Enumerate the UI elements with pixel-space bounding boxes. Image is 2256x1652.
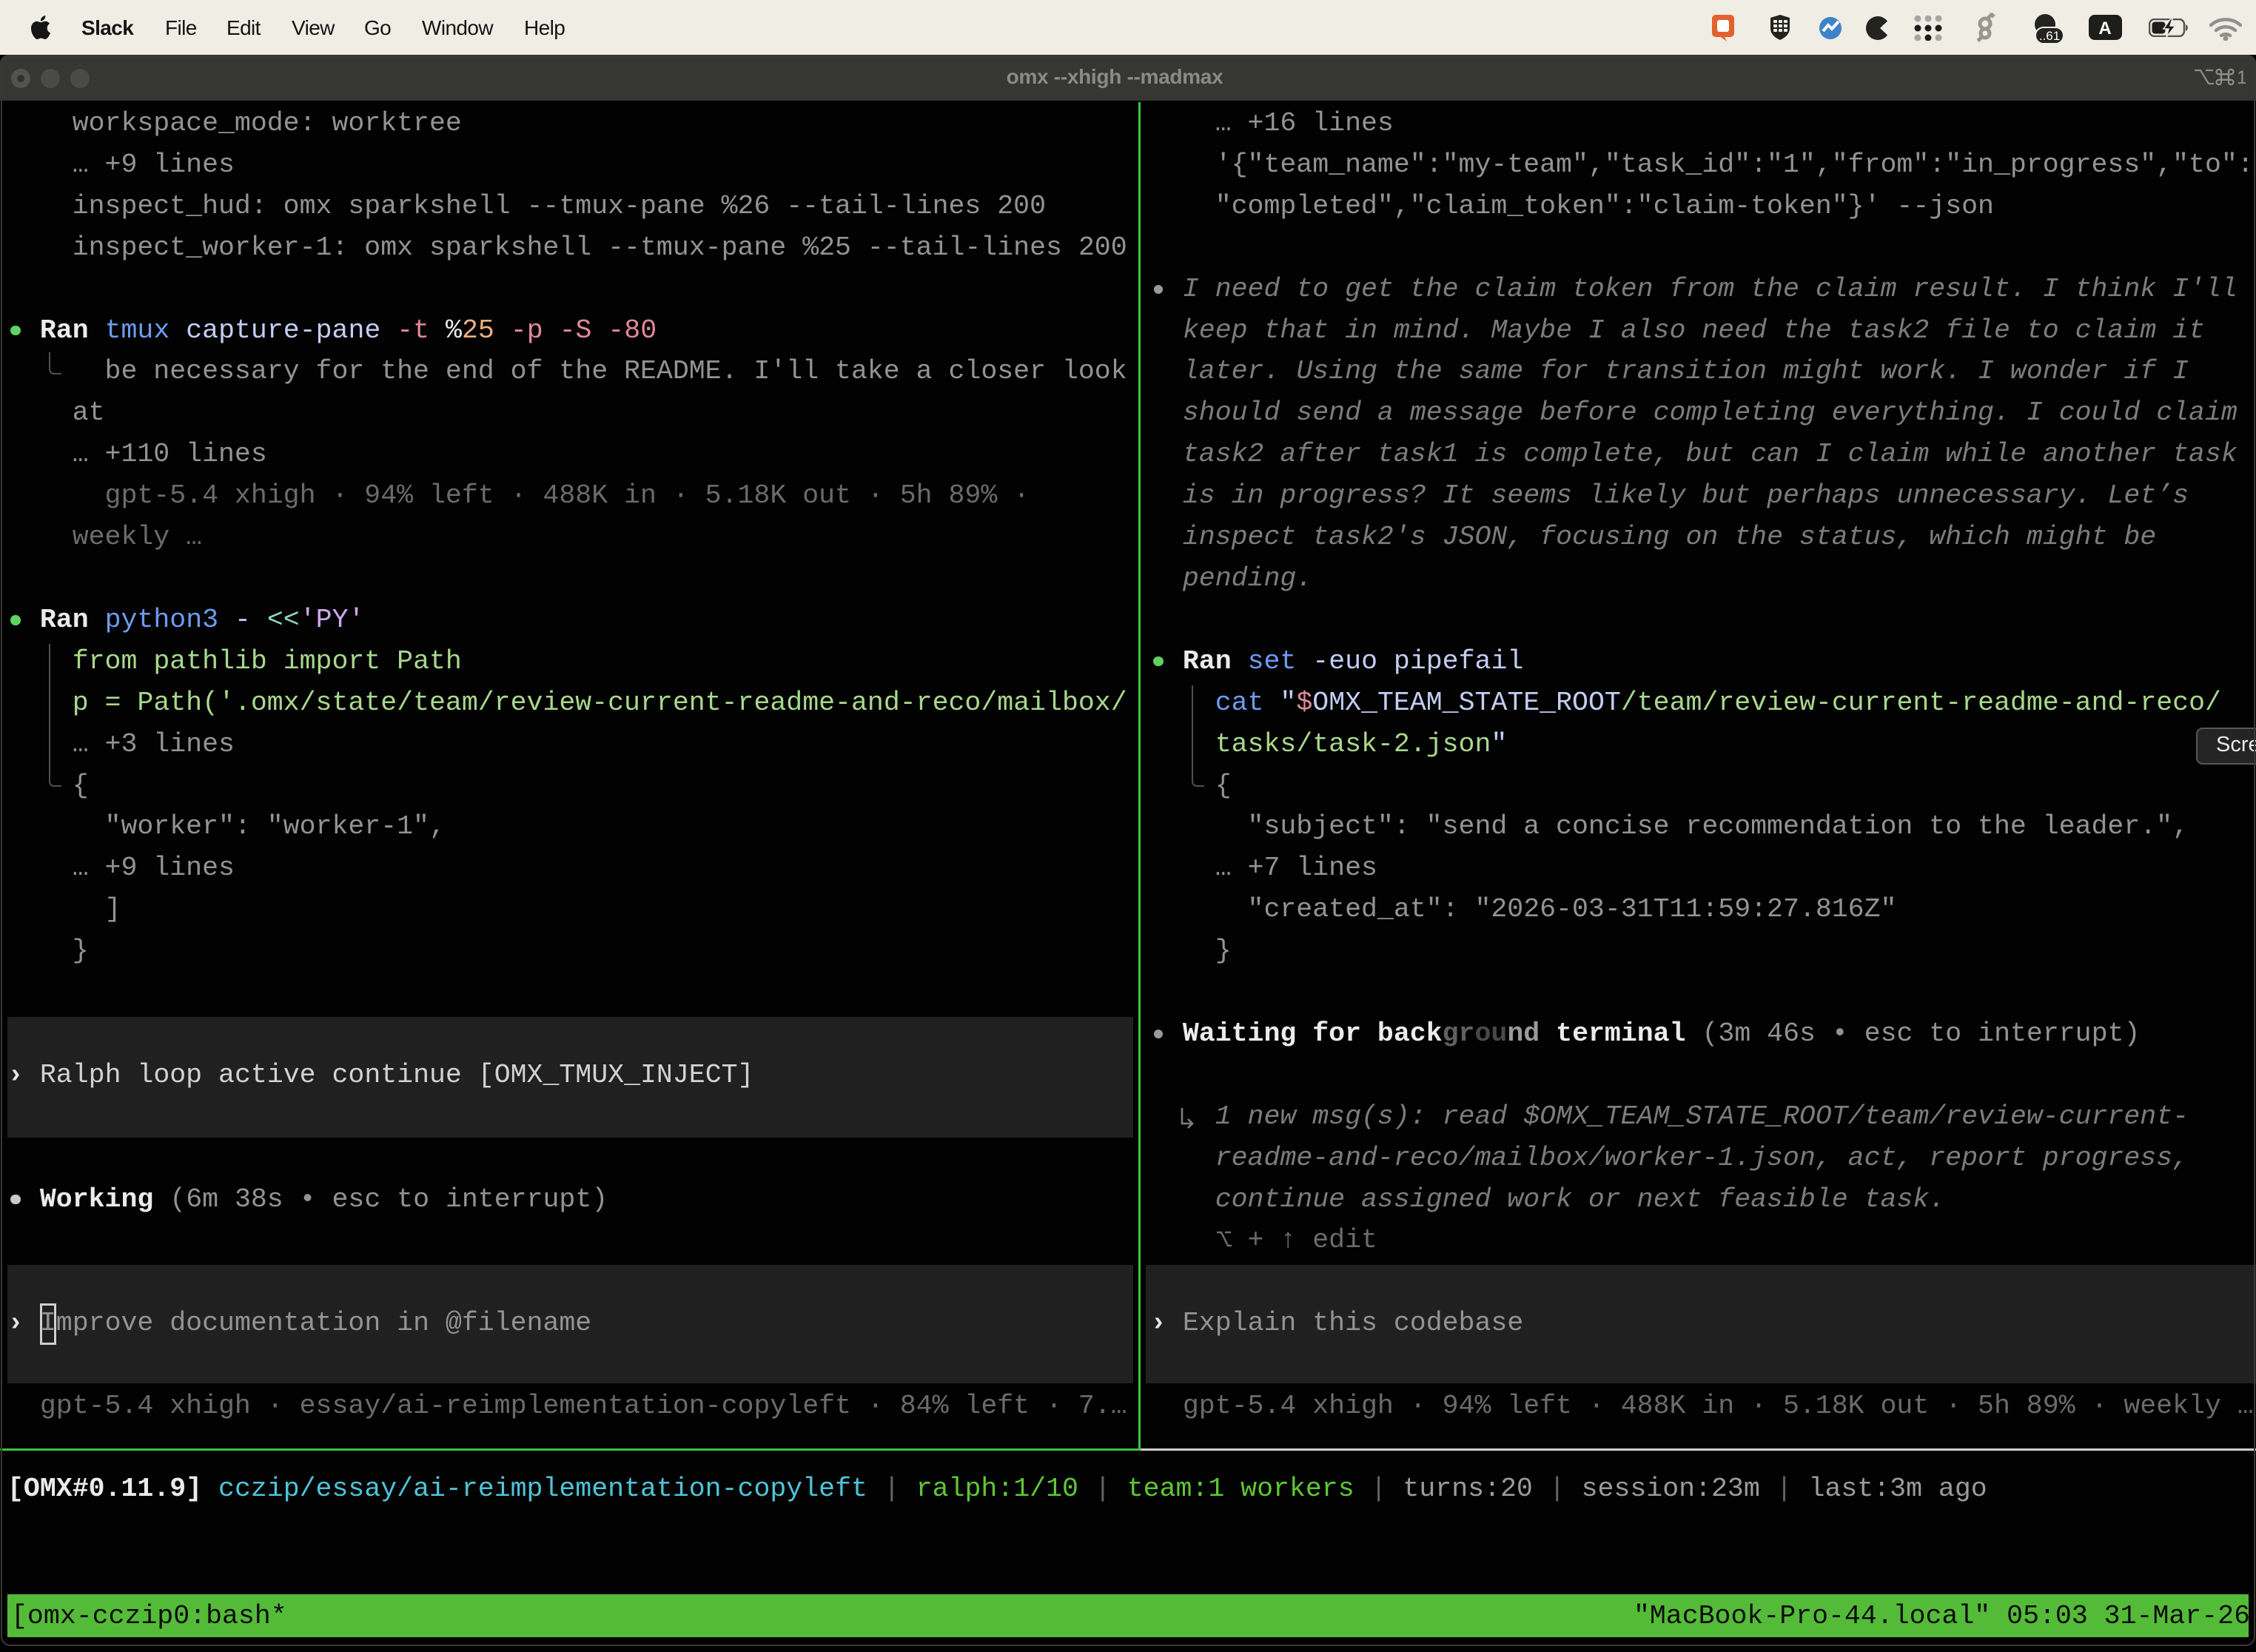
svg-text:A: A — [2098, 19, 2111, 38]
svg-text:1: 1 — [2237, 67, 2246, 87]
svg-text:..61: ..61 — [2039, 29, 2060, 43]
